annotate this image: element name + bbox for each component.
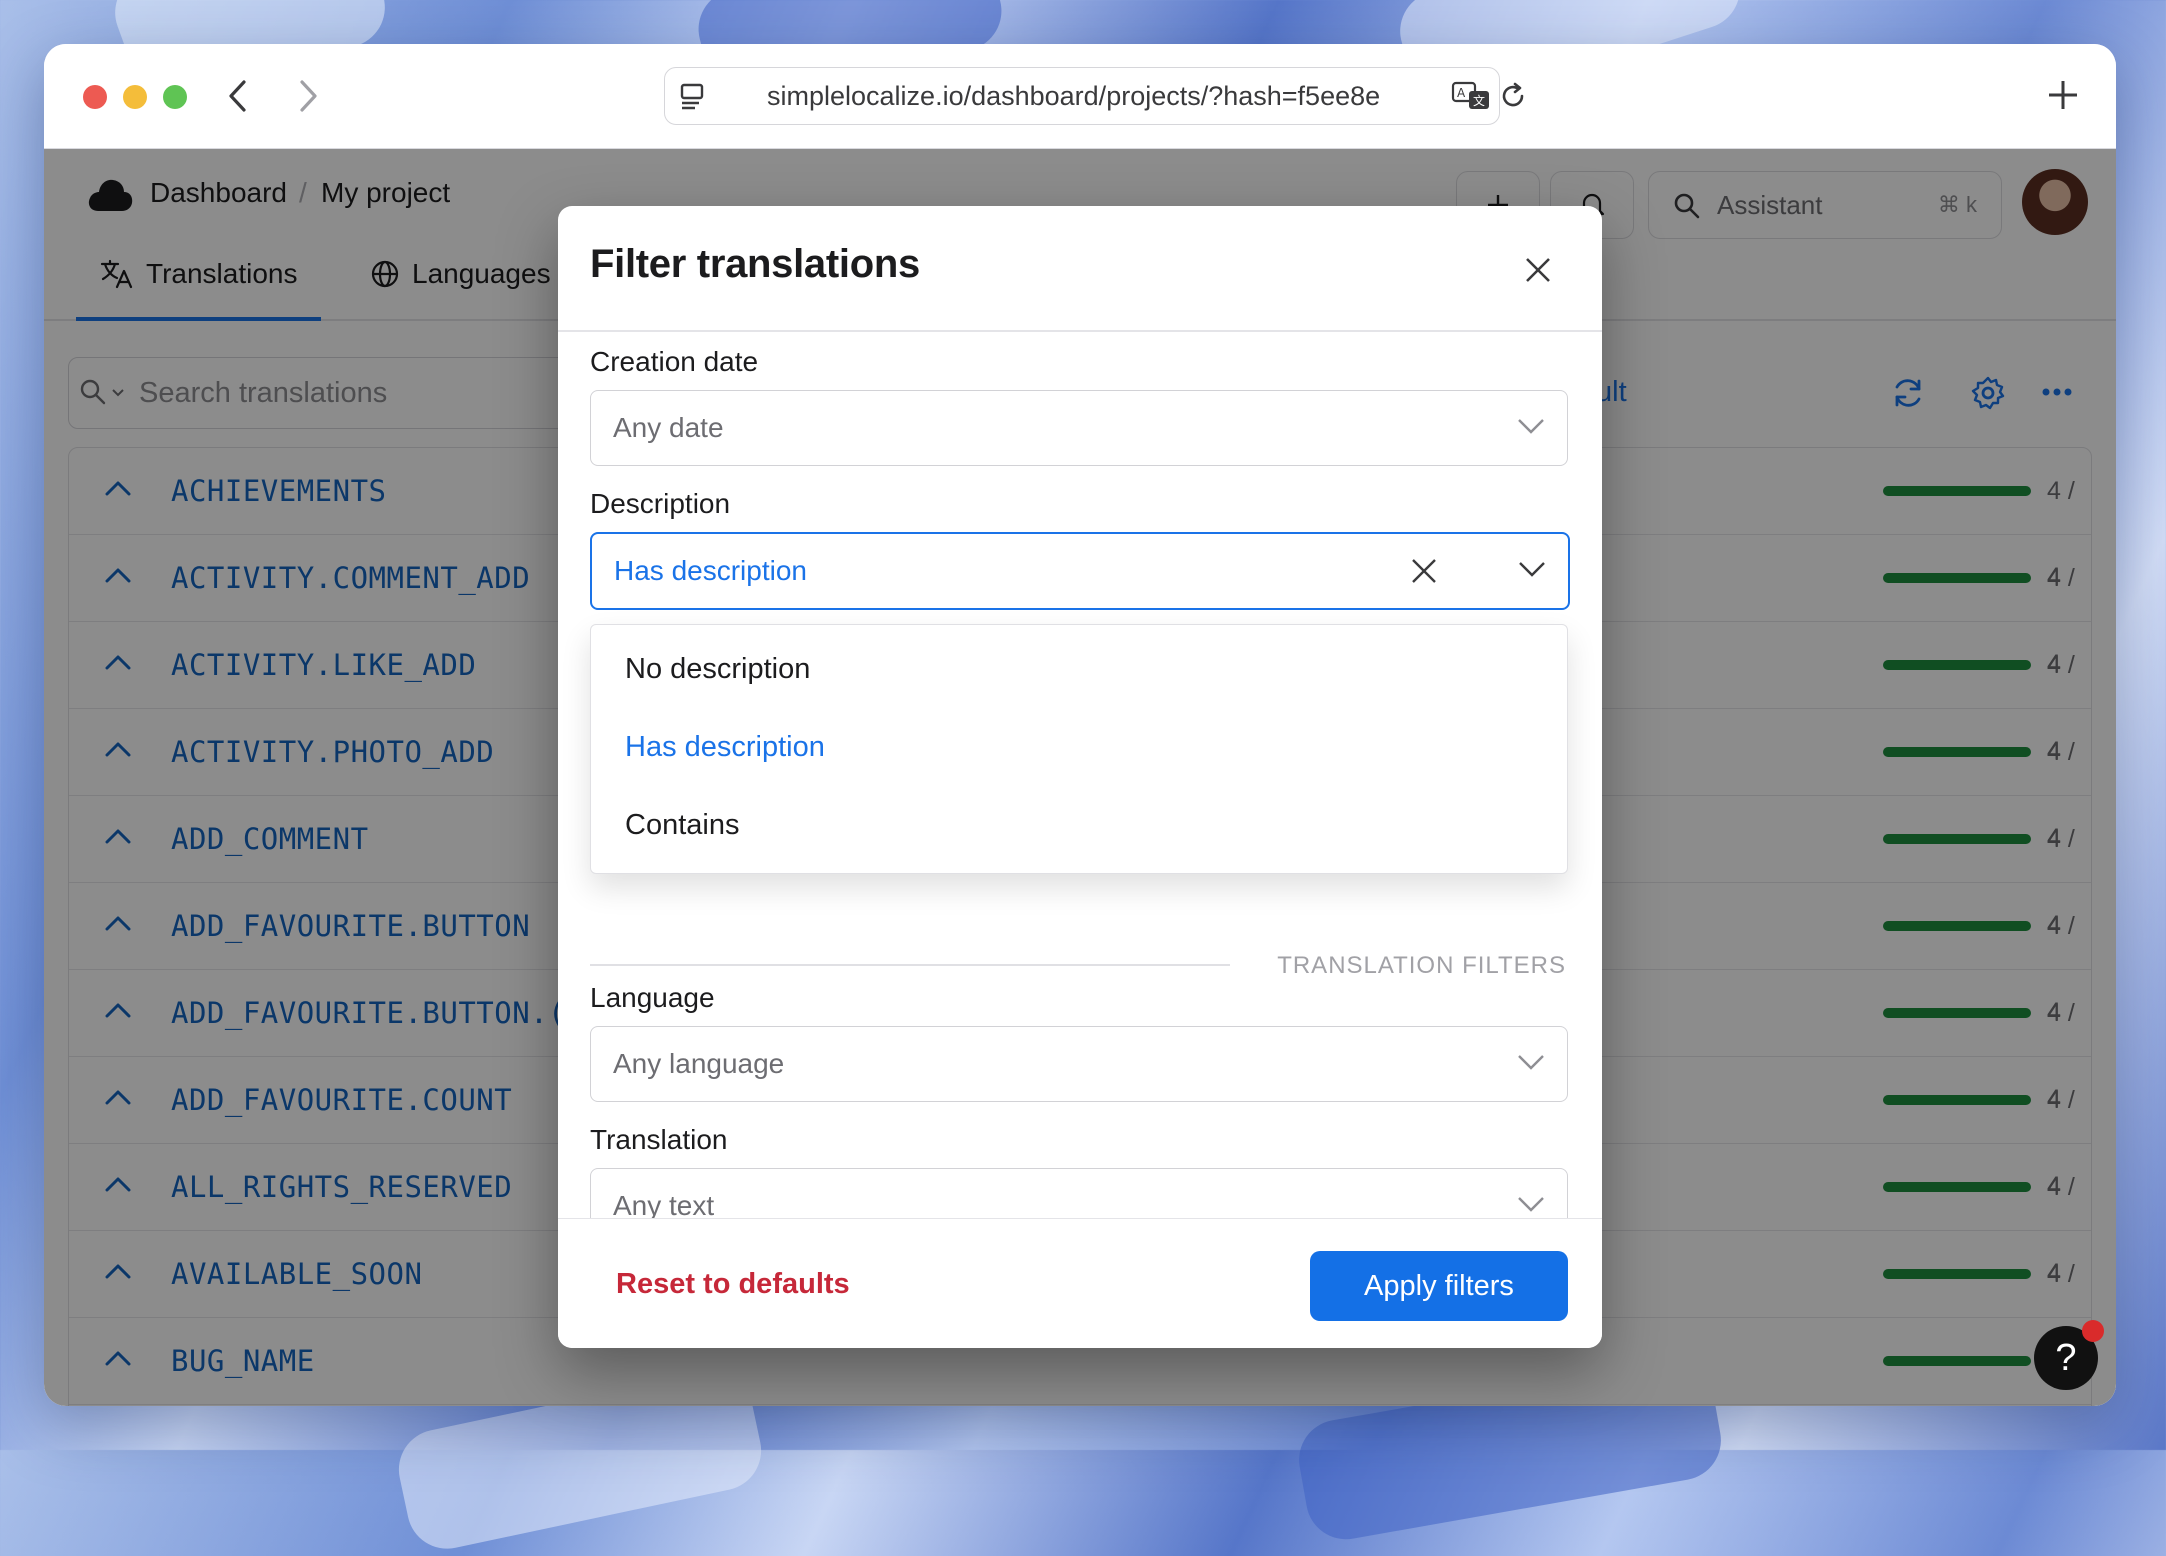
address-bar[interactable]: simplelocalize.io/dashboard/projects/?ha… [664,67,1524,125]
description-options-menu: No description Has description Contains [590,624,1568,874]
zoom-window-button[interactable] [163,85,187,109]
chevron-left-icon [229,80,246,112]
description-label: Description [590,488,731,519]
url-text: simplelocalize.io/dashboard/projects/?ha… [767,81,1381,111]
option-has-description[interactable]: Has description [625,731,825,764]
language-select[interactable]: Any language [590,1026,1568,1102]
language-value: Any language [613,1048,785,1079]
language-label: Language [590,982,715,1013]
forward-button[interactable] [288,74,328,118]
creation-date-select[interactable]: Any date [590,390,1568,466]
chevron-down-icon [1518,1197,1544,1212]
close-dialog-button[interactable] [1514,246,1562,294]
new-tab-icon[interactable] [2046,78,2080,112]
chevron-down-icon[interactable] [1518,559,1546,579]
close-icon [1526,258,1550,282]
description-select[interactable]: Has description [590,532,1570,610]
translation-value: Any text [613,1190,715,1218]
dialog-title: Filter translations [590,242,920,286]
option-no-description[interactable]: No description [625,653,810,686]
translation-filters-section: TRANSLATION FILTERS [590,946,1566,986]
translation-select[interactable]: Any text [590,1168,1568,1218]
chevron-right-icon [300,80,317,112]
apply-filters-button[interactable]: Apply filters [1310,1251,1568,1321]
reload-icon[interactable] [1499,82,1527,110]
option-contains[interactable]: Contains [625,809,739,842]
creation-date-value: Any date [613,412,724,443]
browser-toolbar: simplelocalize.io/dashboard/projects/?ha… [44,44,2116,149]
section-divider [590,964,1230,966]
translate-icon[interactable]: A文 [1451,81,1491,111]
svg-text:文: 文 [1473,93,1485,108]
page-menu-icon[interactable] [679,82,709,110]
minimize-window-button[interactable] [123,85,147,109]
svg-text:A: A [1457,86,1466,100]
reset-to-defaults-button[interactable]: Reset to defaults [616,1257,850,1311]
section-title: TRANSLATION FILTERS [1277,952,1566,979]
description-value: Has description [614,555,807,586]
help-notification-badge [2082,1320,2104,1342]
creation-date-label: Creation date [590,346,759,377]
translation-label: Translation [590,1124,728,1155]
back-button[interactable] [218,74,258,118]
chevron-down-icon [1518,1055,1544,1070]
clear-icon[interactable] [1410,557,1438,585]
close-window-button[interactable] [83,85,107,109]
dialog-body: Creation date Any date Description Has d… [558,332,1602,1218]
filter-translations-dialog: Filter translations Creation date Any da… [558,206,1602,1348]
chevron-down-icon [1518,419,1544,434]
dialog-footer: Reset to defaults Apply filters [558,1218,1602,1348]
